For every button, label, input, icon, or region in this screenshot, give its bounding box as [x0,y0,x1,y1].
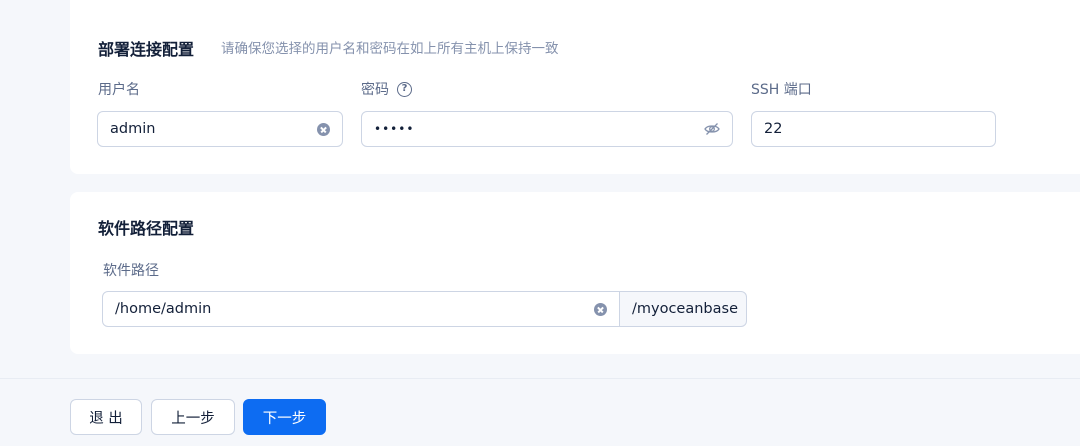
username-value: admin [110,121,156,137]
software-path-label: 软件路径 [103,260,159,280]
username-input[interactable]: admin [97,111,343,147]
ssh-port-label: SSH 端口 [751,79,812,99]
ssh-port-value: 22 [764,121,783,137]
username-label: 用户名 [98,79,140,99]
software-path-title: 软件路径配置 [98,219,195,238]
software-path-card: 软件路径配置 软件路径 /home/admin /myoceanbase [70,192,1080,354]
deploy-connection-title: 部署连接配置 [98,40,195,59]
deploy-connection-hint: 请确保您选择的用户名和密码在如上所有主机上保持一致 [221,41,559,57]
ssh-port-label-text: SSH 端口 [751,82,812,98]
close-circle-icon[interactable] [317,122,330,136]
software-path-input[interactable]: /home/admin [102,291,620,327]
footer-bar: 退 出 上一步 下一步 [0,378,1080,446]
question-circle-icon[interactable]: ? [397,81,412,97]
password-label-text: 密码 [361,82,389,98]
software-path-suffix: /myoceanbase [620,291,747,327]
eye-invisible-icon[interactable] [704,122,720,136]
exit-button[interactable]: 退 出 [70,399,142,435]
password-label: 密码 ? [361,79,412,99]
ssh-port-input[interactable]: 22 [751,111,996,147]
software-path-label-text: 软件路径 [103,263,159,279]
username-label-text: 用户名 [98,82,140,98]
next-step-button[interactable]: 下一步 [243,399,326,435]
deploy-connection-card: 部署连接配置 请确保您选择的用户名和密码在如上所有主机上保持一致 用户名 adm… [70,0,1080,174]
password-value: ••••• [374,122,415,136]
password-input[interactable]: ••••• [361,111,733,147]
close-circle-icon[interactable] [594,302,607,316]
software-path-value: /home/admin [115,301,212,317]
prev-step-button[interactable]: 上一步 [151,399,235,435]
